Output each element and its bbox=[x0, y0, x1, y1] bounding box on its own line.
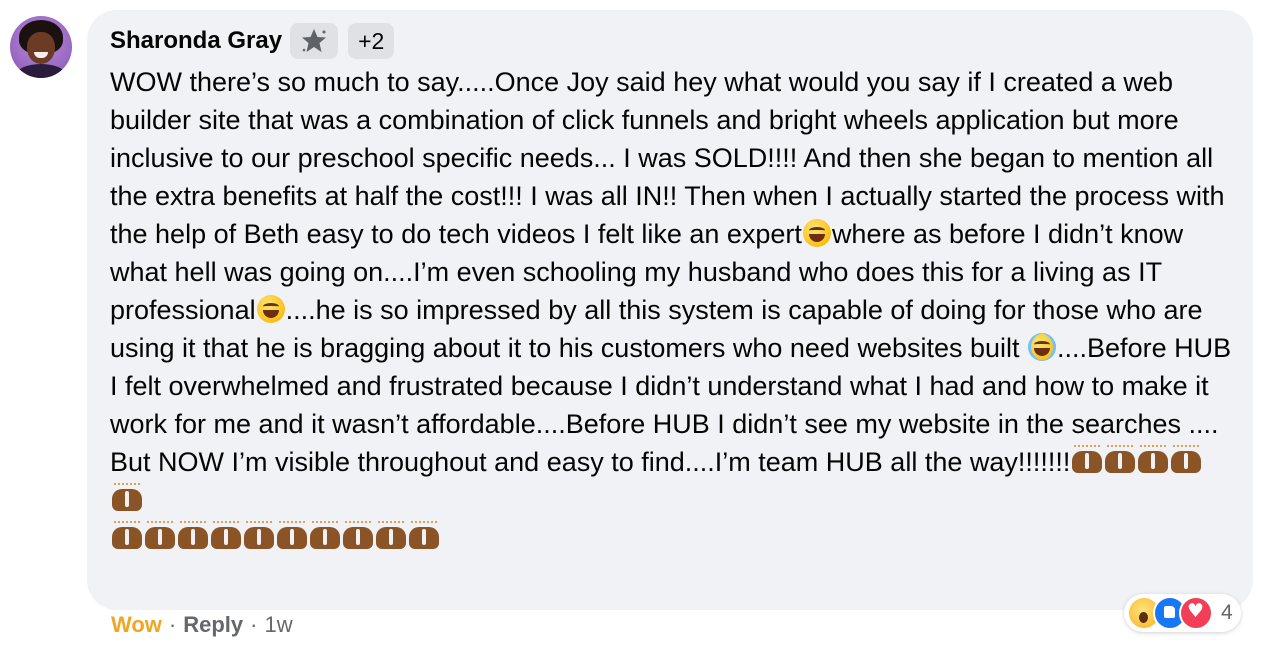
raising-hands-emoji bbox=[408, 521, 439, 549]
raising-hands-emoji bbox=[276, 521, 307, 549]
separator: · bbox=[250, 612, 258, 637]
grinning-sweat-emoji bbox=[802, 219, 831, 247]
tears-of-joy-emoji bbox=[1028, 333, 1057, 361]
star-badge-icon[interactable] bbox=[290, 23, 339, 59]
wow-reaction-button[interactable]: Wow bbox=[111, 612, 162, 638]
raising-hands-emoji bbox=[1137, 445, 1168, 473]
raising-hands-emoji bbox=[243, 521, 274, 549]
avatar[interactable] bbox=[10, 16, 72, 78]
author-name[interactable]: Sharonda Gray bbox=[110, 27, 282, 55]
reaction-count: 4 bbox=[1221, 601, 1233, 624]
comment-bubble: Sharonda Gray +2 WOW there’s so much to … bbox=[87, 10, 1253, 610]
timestamp[interactable]: 1w bbox=[265, 612, 293, 638]
grinning-sweat-emoji bbox=[256, 295, 285, 323]
raising-hands-emoji bbox=[111, 483, 142, 511]
comment-actions: Wow · Reply · 1w bbox=[111, 612, 293, 638]
raising-hands-emoji bbox=[375, 521, 406, 549]
raising-hands-emoji bbox=[210, 521, 241, 549]
reply-button[interactable]: Reply bbox=[183, 612, 243, 638]
comment-header: Sharonda Gray +2 bbox=[110, 23, 395, 59]
raising-hands-emoji bbox=[342, 521, 373, 549]
raising-hands-emoji bbox=[177, 521, 208, 549]
separator: · bbox=[168, 612, 177, 637]
raising-hands-emoji bbox=[1170, 445, 1201, 473]
raising-hands-row bbox=[110, 519, 1235, 557]
raising-hands-emoji bbox=[111, 521, 142, 549]
raising-hands-emoji bbox=[309, 521, 340, 549]
comment-text: WOW there’s so much to say.....Once Joy … bbox=[110, 63, 1235, 557]
raising-hands-emoji bbox=[1104, 445, 1135, 473]
love-reaction-icon bbox=[1179, 596, 1213, 630]
raising-hands-emoji bbox=[144, 521, 175, 549]
more-badges-button[interactable]: +2 bbox=[348, 23, 395, 59]
reactions-summary[interactable]: 4 bbox=[1124, 594, 1241, 632]
raising-hands-emoji bbox=[1071, 445, 1102, 473]
